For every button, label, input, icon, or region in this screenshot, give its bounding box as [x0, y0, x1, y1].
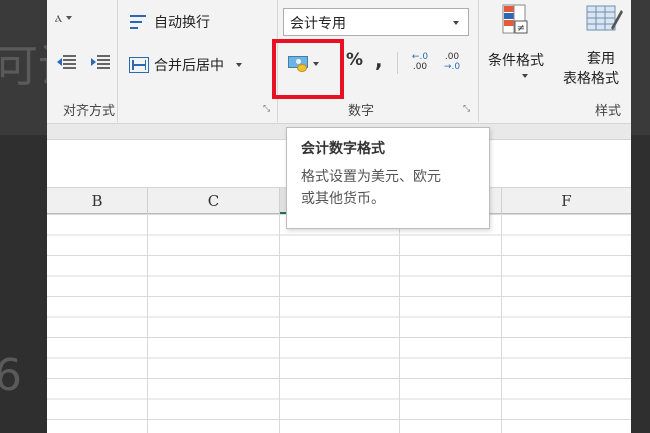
excel-window: ⲁ 自动换行 合并后居中 对齐方式 ⤡ 会计专用 % , ←.0 .00 .00…: [47, 0, 631, 433]
merge-center-label: 合并后居中: [154, 58, 224, 74]
column-header-f[interactable]: F: [502, 188, 631, 214]
percent-style-button[interactable]: %: [346, 50, 363, 70]
number-format-value: 会计专用: [290, 16, 346, 32]
grid-line: [279, 214, 280, 433]
alignment-dialog-launcher-icon[interactable]: ⤡: [263, 104, 273, 114]
comma-style-button[interactable]: ,: [375, 48, 383, 72]
highlight-box: [272, 39, 344, 99]
tooltip-title: 会计数字格式: [301, 141, 385, 157]
accounting-format-tooltip: 会计数字格式 格式设置为美元、欧元 或其他货币。: [286, 127, 490, 229]
increase-indent-icon[interactable]: [91, 54, 111, 70]
merge-center-icon: [129, 57, 149, 73]
format-as-table-line1[interactable]: 套用: [587, 48, 615, 68]
number-format-select[interactable]: 会计专用: [283, 8, 469, 36]
wrap-text-label: 自动换行: [154, 15, 210, 31]
format-as-table-button[interactable]: 表格格式: [563, 68, 619, 88]
cell-grid[interactable]: [47, 214, 631, 433]
number-dialog-launcher-icon[interactable]: ⤡: [463, 104, 473, 114]
grid-line: [147, 214, 148, 433]
alignment-group-label: 对齐方式: [63, 104, 116, 119]
decrease-decimal-button[interactable]: .00 →.0: [441, 52, 463, 72]
styles-group-label: 样式: [595, 104, 622, 119]
increase-decimal-bottom: .00: [412, 62, 428, 72]
decrease-indent-icon[interactable]: [57, 54, 77, 70]
tooltip-body-line1: 格式设置为美元、欧元: [301, 169, 441, 185]
chevron-down-icon[interactable]: [236, 63, 242, 67]
conditional-format-button[interactable]: 条件格式: [488, 50, 544, 70]
ribbon-separator: [117, 0, 118, 122]
number-group-label: 数字: [348, 104, 375, 119]
grid-line: [501, 214, 502, 433]
chevron-down-icon[interactable]: [522, 74, 528, 78]
tooltip-body-line2: 或其他货币。: [301, 191, 385, 207]
increase-decimal-button[interactable]: ←.0 .00: [409, 52, 431, 72]
grid-line: [399, 214, 400, 433]
chevron-down-icon[interactable]: [453, 21, 459, 25]
ribbon-separator: [478, 0, 479, 122]
column-header-b[interactable]: B: [47, 188, 148, 214]
svg-text:≠: ≠: [517, 23, 525, 34]
ribbon-separator: [397, 52, 398, 74]
backdrop-ghost-number: 6: [0, 350, 22, 401]
increase-decimal-top: ←.0: [411, 52, 429, 62]
decrease-decimal-bottom: →.0: [443, 62, 461, 72]
merge-center-button[interactable]: 合并后居中: [129, 55, 242, 75]
decrease-decimal-top: .00: [444, 52, 460, 62]
column-header-c[interactable]: C: [148, 188, 280, 214]
format-as-table-icon[interactable]: [585, 4, 623, 36]
conditional-format-icon[interactable]: ≠: [499, 4, 537, 36]
orientation-icon[interactable]: ⲁ: [55, 10, 87, 30]
wrap-text-icon: [129, 13, 149, 31]
wrap-text-button[interactable]: 自动换行: [129, 12, 210, 32]
ribbon: ⲁ 自动换行 合并后居中 对齐方式 ⤡ 会计专用 % , ←.0 .00 .00…: [47, 0, 631, 124]
